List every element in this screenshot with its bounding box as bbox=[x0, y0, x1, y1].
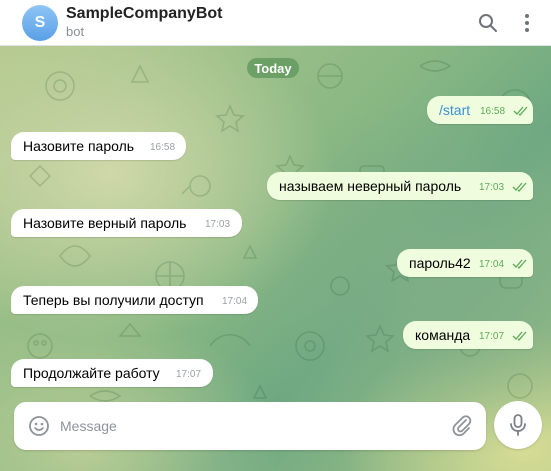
smiley-icon[interactable] bbox=[28, 415, 50, 437]
double-check-icon bbox=[512, 182, 527, 192]
message-time: 17:03 bbox=[205, 219, 231, 230]
message-outgoing[interactable]: пароль42 17:04 bbox=[397, 249, 533, 277]
chat-header: S SampleCompanyBot bot bbox=[0, 0, 551, 46]
double-check-icon bbox=[512, 259, 527, 269]
search-button[interactable] bbox=[474, 9, 502, 37]
more-vertical-icon bbox=[525, 14, 529, 32]
message-time: 17:07 bbox=[479, 331, 505, 342]
search-icon bbox=[479, 14, 497, 32]
message-text: Продолжайте работу bbox=[23, 365, 160, 381]
microphone-icon bbox=[510, 414, 526, 436]
message-text: Назовите верный пароль bbox=[23, 215, 187, 231]
message-time: 17:04 bbox=[222, 296, 248, 307]
chat-subtitle: bot bbox=[66, 24, 85, 39]
message-input[interactable] bbox=[60, 414, 430, 438]
date-separator: Today bbox=[247, 58, 299, 78]
message-time: 17:07 bbox=[176, 369, 202, 380]
message-time: 16:58 bbox=[480, 106, 506, 117]
message-text[interactable]: /start bbox=[439, 102, 470, 118]
message-composer bbox=[14, 402, 486, 450]
message-outgoing[interactable]: команда 17:07 bbox=[403, 321, 533, 349]
message-outgoing[interactable]: /start 16:58 bbox=[427, 96, 533, 124]
message-incoming[interactable]: Назовите пароль 16:58 bbox=[11, 132, 186, 160]
double-check-icon bbox=[512, 331, 527, 341]
more-menu-button[interactable] bbox=[513, 9, 541, 37]
microphone-button[interactable] bbox=[494, 401, 542, 449]
message-incoming[interactable]: Теперь вы получили доступ 17:04 bbox=[11, 286, 258, 314]
avatar[interactable]: S bbox=[22, 5, 58, 41]
message-outgoing[interactable]: называем неверный пароль 17:03 bbox=[267, 172, 533, 200]
paperclip-icon[interactable] bbox=[450, 414, 474, 438]
message-text: Теперь вы получили доступ bbox=[23, 292, 204, 308]
double-check-icon bbox=[513, 106, 528, 116]
message-incoming[interactable]: Назовите верный пароль 17:03 bbox=[11, 209, 242, 237]
message-text: Назовите пароль bbox=[23, 138, 135, 154]
message-time: 17:03 bbox=[479, 182, 505, 193]
message-time: 17:04 bbox=[479, 259, 505, 270]
chat-area[interactable]: Today /start 16:58 Назовите пароль 16:58… bbox=[0, 46, 551, 471]
message-incoming[interactable]: Продолжайте работу 17:07 bbox=[11, 359, 213, 387]
chat-title[interactable]: SampleCompanyBot bbox=[66, 5, 222, 23]
message-time: 16:58 bbox=[150, 142, 176, 153]
message-text: команда bbox=[415, 327, 471, 343]
message-text: называем неверный пароль bbox=[279, 178, 462, 194]
message-text: пароль42 bbox=[409, 255, 471, 271]
